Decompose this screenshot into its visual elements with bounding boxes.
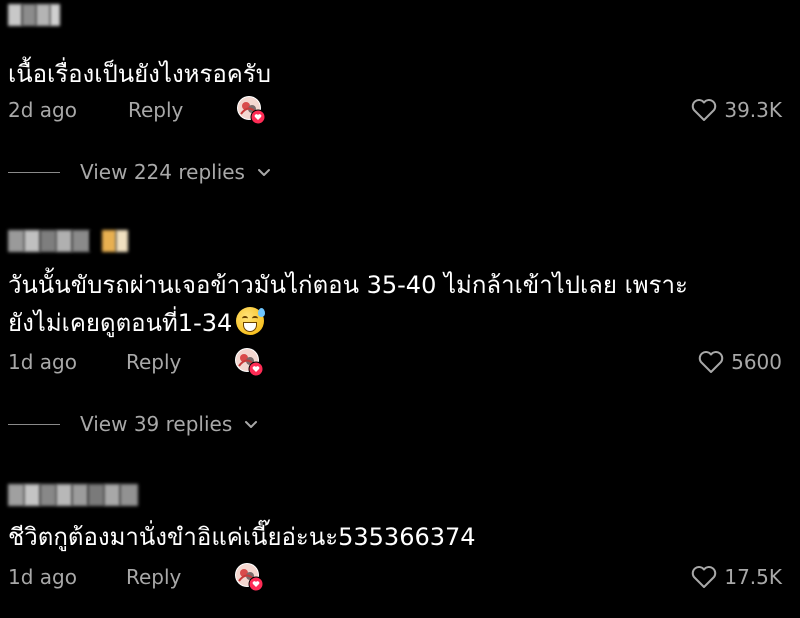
comment-meta: 1d ago Reply 17.5K <box>8 562 782 592</box>
chevron-down-icon <box>245 421 258 428</box>
like-count: 39.3K <box>724 98 782 122</box>
username-blurred[interactable] <box>8 230 128 252</box>
view-replies-button[interactable]: View 224 replies <box>8 157 273 187</box>
comment-date: 1d ago <box>8 350 77 374</box>
username-blurred[interactable] <box>8 484 138 506</box>
reply-button[interactable]: Reply <box>126 350 234 374</box>
view-replies-button[interactable]: View 39 replies <box>8 409 260 439</box>
grinning-face-with-sweat-emoji <box>236 307 266 335</box>
like-button[interactable]: 39.3K <box>690 97 782 123</box>
comment-date: 2d ago <box>8 98 77 122</box>
reply-button[interactable]: Reply <box>128 98 236 122</box>
view-replies-label: View 39 replies <box>80 412 233 436</box>
thread-divider <box>8 423 60 425</box>
like-button[interactable]: 5600 <box>697 349 782 375</box>
comment-text: ชีวิตกูต้องมานั่งขำอิแค่เนี๊ยอ่ะนะ535366… <box>8 523 476 551</box>
like-button[interactable]: 17.5K <box>690 564 782 590</box>
creator-liked-badge-icon <box>234 562 264 592</box>
heart-outline-icon <box>698 351 724 373</box>
username-blurred[interactable] <box>8 4 60 26</box>
view-replies-label: View 224 replies <box>80 160 245 184</box>
heart-outline-icon <box>692 566 717 588</box>
comment-date: 1d ago <box>8 565 77 589</box>
heart-outline-icon <box>692 99 717 121</box>
comment-meta: 2d ago Reply 39.3K <box>8 95 782 125</box>
creator-liked-badge-icon <box>236 95 266 125</box>
comment-text: วันนั้นขับรถผ่านเจอข้าวมันไก่ตอน 35-40 ไ… <box>8 271 688 299</box>
comment-text-continued: ยังไม่เคยดูตอนที่1-34 <box>8 309 233 337</box>
comment-text: เนื้อเรื่องเป็นยังไงหรอครับ <box>8 60 271 88</box>
chevron-down-icon <box>257 169 270 176</box>
like-count: 17.5K <box>724 565 782 589</box>
reply-button[interactable]: Reply <box>126 565 234 589</box>
comment-text-line-2: ยังไม่เคยดูตอนที่1-34 <box>8 304 780 342</box>
thread-divider <box>8 171 60 173</box>
creator-liked-badge-icon <box>234 347 264 377</box>
comment-meta: 1d ago Reply 5600 <box>8 347 782 377</box>
like-count: 5600 <box>731 350 782 374</box>
